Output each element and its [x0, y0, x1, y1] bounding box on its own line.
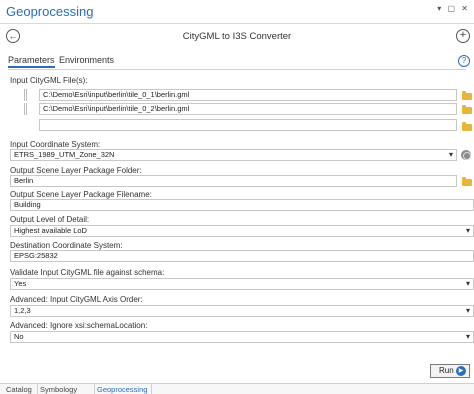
help-icon[interactable]: ? — [458, 55, 470, 67]
validate-label: Validate Input CityGML file against sche… — [10, 268, 165, 277]
input-crs-label: Input Coordinate System: — [10, 140, 101, 149]
run-icon: ▶ — [456, 366, 466, 376]
tab-divider — [151, 384, 152, 394]
axis-order-dropdown[interactable]: 1,2,3 — [10, 305, 474, 317]
dest-crs-field[interactable]: EPSG:25832 — [10, 250, 474, 262]
run-label: Run — [439, 366, 454, 375]
output-folder-label: Output Scene Layer Package Folder: — [10, 166, 142, 175]
input-crs-dropdown[interactable]: ETRS_1989_UTM_Zone_32N — [10, 149, 457, 161]
input-files-label: Input CityGML File(s): — [10, 76, 88, 85]
dock-tab-catalog[interactable]: Catalog — [6, 385, 32, 394]
folder-icon[interactable] — [462, 105, 472, 114]
tool-toolbar: CityGML to I3S Converter ← + — [0, 27, 474, 49]
drag-handle-icon[interactable] — [24, 89, 27, 101]
output-folder-field[interactable]: Berlin — [10, 175, 457, 187]
add-icon[interactable]: + — [456, 29, 470, 43]
tab-divider — [8, 69, 466, 70]
input-file-field-2[interactable]: C:\Demo\Esri\input\berlin\tile_0_2\berli… — [39, 103, 457, 115]
dock-tab-symbology[interactable]: Symbology — [40, 385, 77, 394]
input-file-field-1[interactable]: C:\Demo\Esri\input\berlin\tile_0_1\berli… — [39, 89, 457, 101]
tab-divider — [94, 384, 95, 394]
validate-dropdown[interactable]: Yes — [10, 278, 474, 290]
folder-icon[interactable] — [462, 91, 472, 100]
lod-label: Output Level of Detail: — [10, 215, 90, 224]
dest-crs-label: Destination Coordinate System: — [10, 241, 123, 250]
dock-tab-geoprocessing[interactable]: Geoprocessing — [97, 385, 147, 394]
tool-title: CityGML to I3S Converter — [182, 31, 292, 42]
pane-window-controls[interactable]: ▾ ▢ ✕ — [437, 4, 470, 13]
folder-icon[interactable] — [462, 177, 472, 186]
lod-dropdown[interactable]: Highest available LoD — [10, 225, 474, 237]
output-filename-field[interactable]: Building — [10, 199, 474, 211]
run-button[interactable]: Run ▶ — [430, 364, 470, 378]
back-arrow-icon[interactable]: ← — [6, 29, 20, 43]
ignore-schema-dropdown[interactable]: No — [10, 331, 474, 343]
tab-parameters[interactable]: Parameters — [8, 55, 55, 68]
tab-environments[interactable]: Environments — [59, 55, 114, 65]
ignore-schema-label: Advanced: Ignore xsi:schemaLocation: — [10, 321, 148, 330]
drag-handle-icon[interactable] — [24, 103, 27, 115]
pane-title: Geoprocessing — [6, 4, 94, 19]
tab-divider — [37, 384, 38, 394]
output-filename-label: Output Scene Layer Package Filename: — [10, 190, 152, 199]
dock-tabs: Catalog Symbology Geoprocessing — [0, 383, 474, 394]
folder-icon[interactable] — [462, 122, 472, 131]
globe-icon[interactable] — [461, 150, 471, 160]
axis-order-label: Advanced: Input CityGML Axis Order: — [10, 295, 143, 304]
pane-header: Geoprocessing ▾ ▢ ✕ — [0, 0, 474, 24]
input-file-field-3[interactable] — [39, 119, 457, 131]
